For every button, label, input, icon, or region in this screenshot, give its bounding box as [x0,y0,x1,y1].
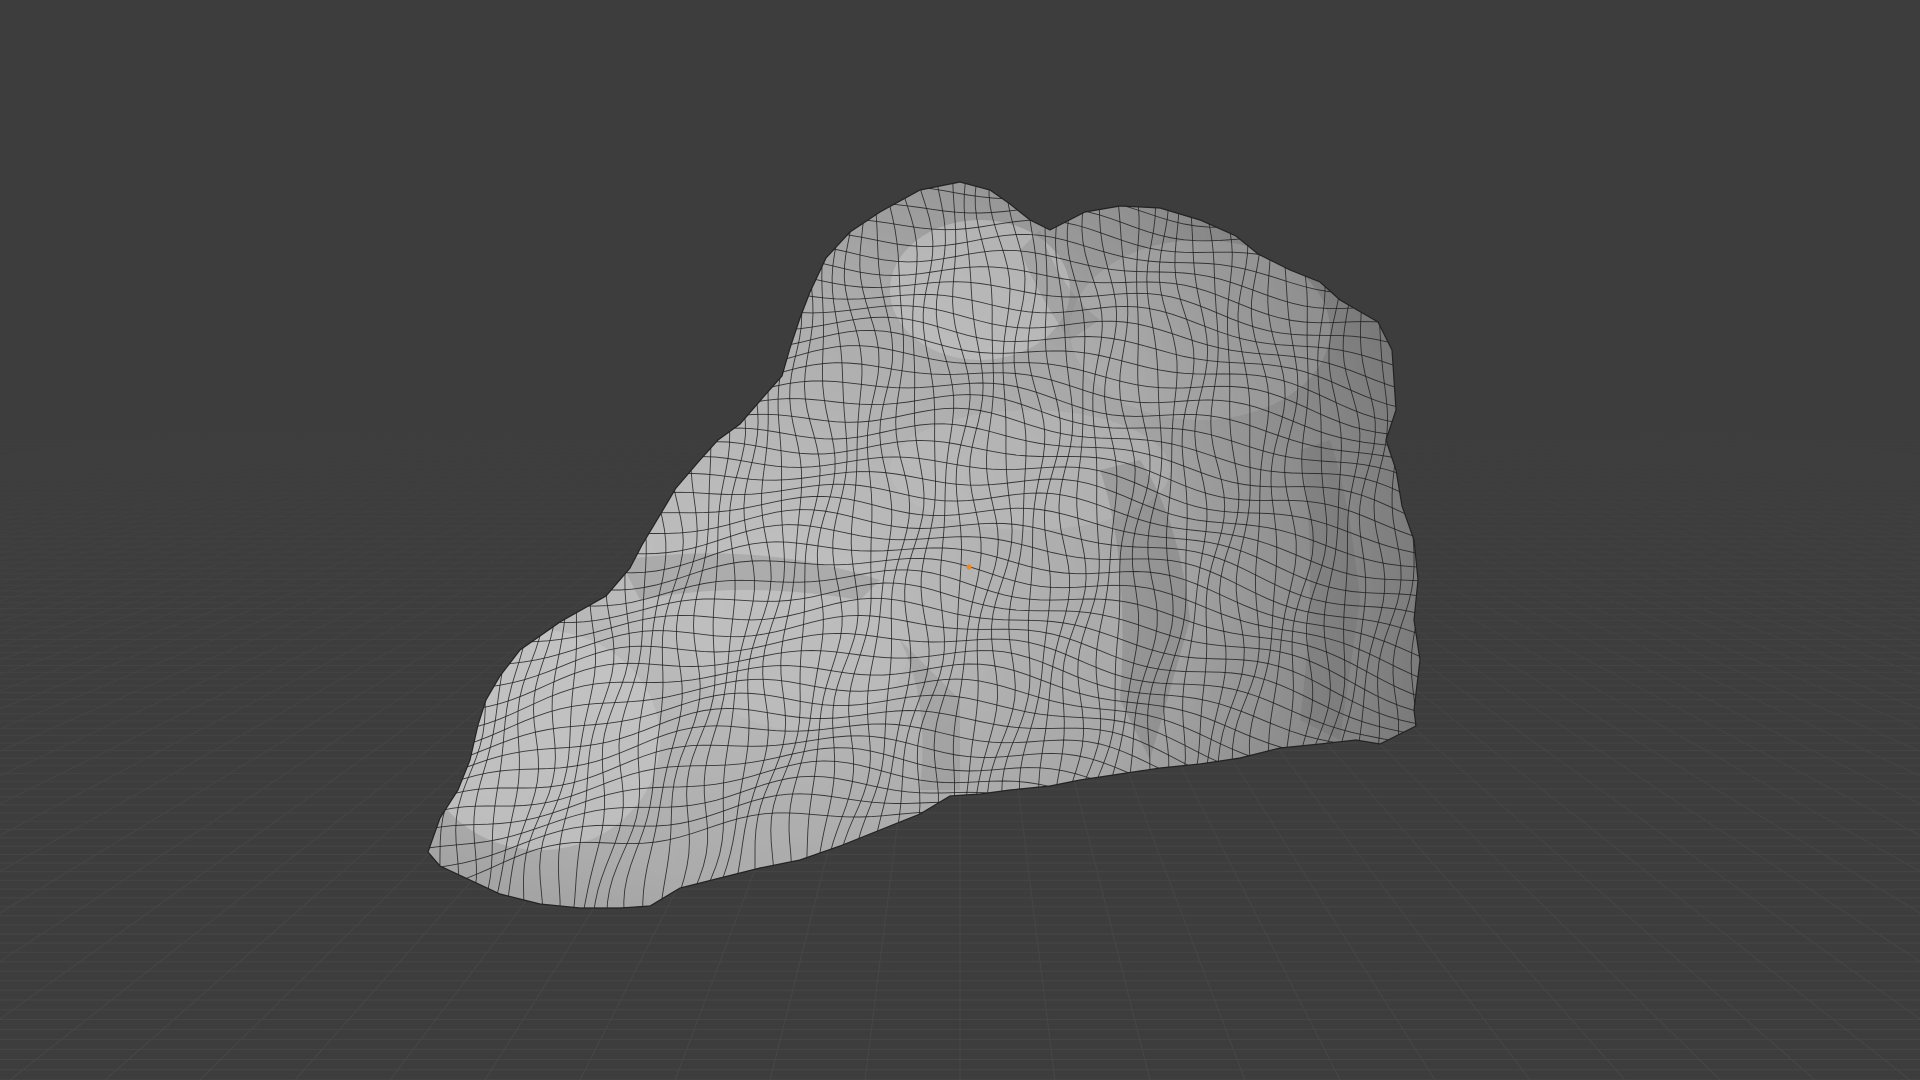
object-origin-icon [966,564,972,570]
viewport-canvas[interactable] [0,0,1920,1080]
3d-viewport[interactable] [0,0,1920,1080]
